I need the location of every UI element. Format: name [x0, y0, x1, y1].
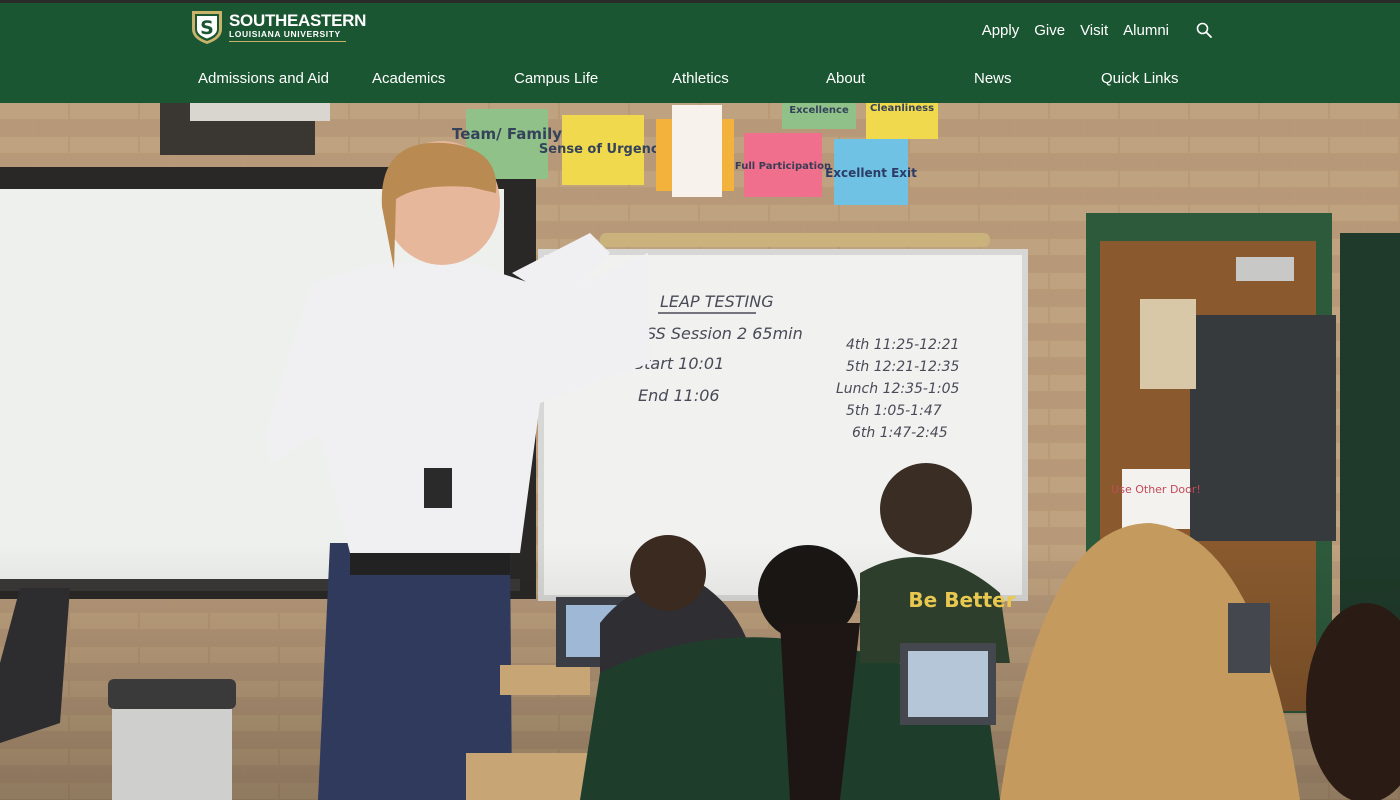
svg-text:5th 12:21-12:35: 5th 12:21-12:35 — [846, 359, 960, 375]
nav-quick-links[interactable]: Quick Links — [1101, 70, 1179, 87]
svg-text:Cleanliness: Cleanliness — [870, 103, 934, 114]
svg-text:5th 1:05-1:47: 5th 1:05-1:47 — [846, 403, 942, 419]
svg-text:Lunch 12:35-1:05: Lunch 12:35-1:05 — [836, 381, 959, 397]
classroom-illustration: LEAP TESTING SS Session 2 65min Start 10… — [0, 103, 1400, 800]
logo-rule — [229, 40, 346, 42]
svg-text:Be Better: Be Better — [908, 588, 1015, 612]
svg-text:Team/ Family: Team/ Family — [452, 125, 562, 143]
give-link[interactable]: Give — [1034, 22, 1065, 39]
svg-text:End 11:06: End 11:06 — [638, 386, 720, 405]
logo-subname: LOUISIANA UNIVERSITY — [229, 29, 341, 40]
hero-photo: LEAP TESTING SS Session 2 65min Start 10… — [0, 103, 1400, 800]
search-icon — [1196, 22, 1212, 38]
nav-about[interactable]: About — [826, 70, 865, 87]
door-sign — [1122, 469, 1190, 529]
utility-nav: Apply Give Visit Alumni — [982, 20, 1214, 40]
university-logo[interactable]: S SOUTHEASTERN LOUISIANA UNIVERSITY — [189, 9, 366, 45]
nav-campus-life[interactable]: Campus Life — [514, 70, 598, 87]
svg-text:6th 1:47-2:45: 6th 1:47-2:45 — [852, 425, 948, 441]
visit-link[interactable]: Visit — [1080, 22, 1108, 39]
main-nav: Admissions and Aid Academics Campus Life… — [0, 70, 1400, 90]
svg-text:SS Session 2 65min: SS Session 2 65min — [646, 324, 803, 343]
logo-name: SOUTHEASTERN — [229, 11, 367, 31]
nav-academics[interactable]: Academics — [372, 70, 445, 87]
svg-text:Excellence: Excellence — [789, 105, 849, 116]
nav-news[interactable]: News — [974, 70, 1012, 87]
nav-admissions-and-aid[interactable]: Admissions and Aid — [198, 70, 329, 87]
svg-text:Sense of Urgency: Sense of Urgency — [539, 142, 668, 157]
svg-text:Use Other Door!: Use Other Door! — [1111, 483, 1201, 496]
shield-logo-icon: S — [192, 11, 222, 44]
site-header: S SOUTHEASTERN LOUISIANA UNIVERSITY Appl… — [0, 3, 1400, 103]
nav-athletics[interactable]: Athletics — [672, 70, 729, 87]
svg-text:LEAP TESTING: LEAP TESTING — [660, 292, 774, 311]
svg-text:4th 11:25-12:21: 4th 11:25-12:21 — [846, 337, 959, 353]
svg-text:Excellent Exit: Excellent Exit — [825, 166, 917, 180]
svg-text:S: S — [200, 17, 214, 39]
apply-link[interactable]: Apply — [982, 22, 1020, 39]
search-button[interactable] — [1194, 20, 1214, 40]
alumni-link[interactable]: Alumni — [1123, 22, 1169, 39]
svg-text:Full Participation: Full Participation — [735, 161, 831, 172]
